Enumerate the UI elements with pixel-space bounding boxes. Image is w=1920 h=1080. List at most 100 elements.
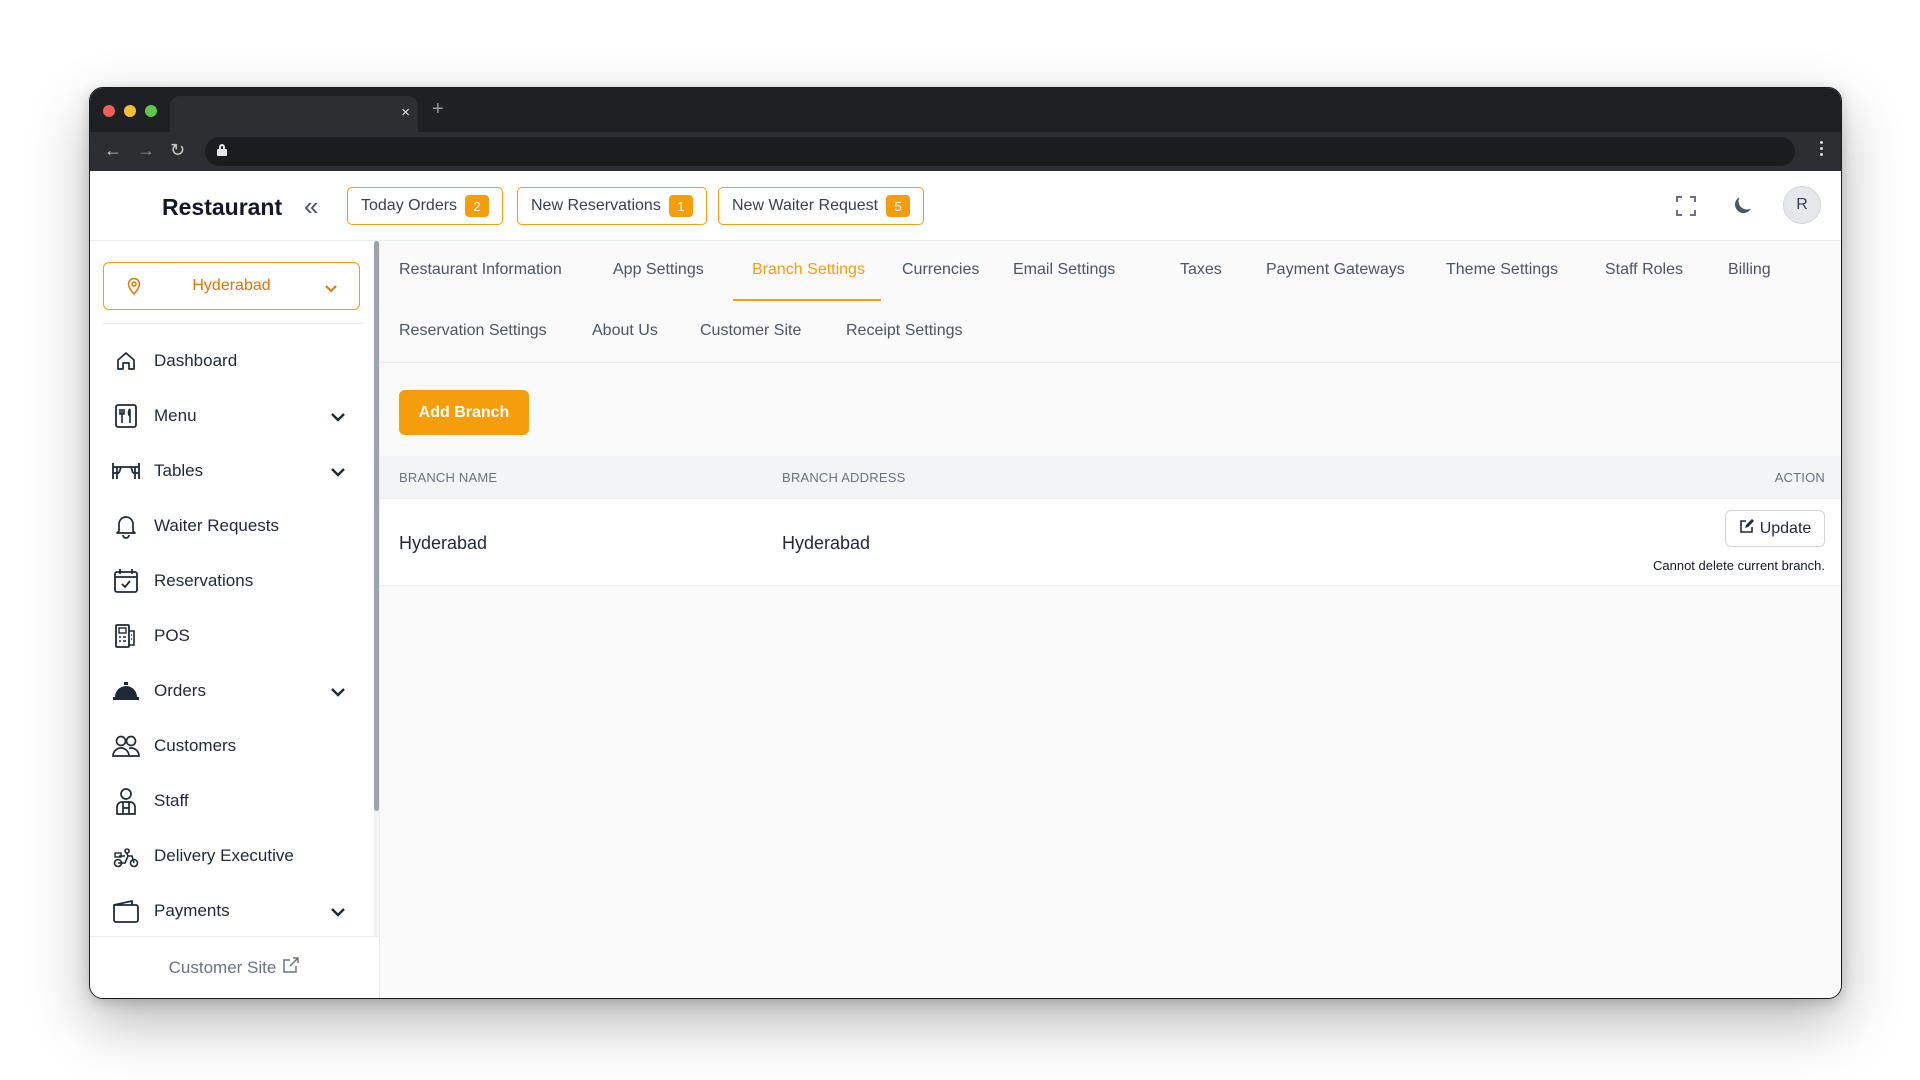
wallet-icon (112, 897, 140, 925)
home-icon (112, 347, 140, 375)
browser-toolbar: ← → ↻ (90, 132, 1841, 171)
tab-billing[interactable]: Billing (1728, 261, 1771, 279)
sidebar-scrollbar[interactable] (374, 241, 379, 936)
sidebar-item-waiter-requests[interactable]: Waiter Requests (90, 498, 371, 553)
sidebar-item-pos[interactable]: POS (90, 608, 371, 663)
close-window-button[interactable] (103, 105, 115, 117)
new-tab-icon[interactable]: + (432, 98, 444, 121)
branches-table: BRANCH NAME BRANCH ADDRESS ACTION Hydera… (380, 456, 1841, 586)
tables-icon (112, 457, 140, 485)
column-branch-name: BRANCH NAME (399, 470, 498, 485)
reload-icon[interactable]: ↻ (170, 140, 185, 161)
sidebar-item-delivery-executive[interactable]: Delivery Executive (90, 828, 371, 883)
update-branch-button[interactable]: Update (1725, 510, 1825, 547)
table-header: BRANCH NAME BRANCH ADDRESS ACTION (380, 456, 1841, 498)
tab-staff-roles[interactable]: Staff Roles (1605, 261, 1683, 279)
sidebar-item-tables[interactable]: Tables (90, 443, 371, 498)
tab-theme-settings[interactable]: Theme Settings (1446, 261, 1558, 279)
users-icon (112, 732, 140, 760)
sidebar-item-orders[interactable]: Orders (90, 663, 371, 718)
user-avatar[interactable]: R (1783, 186, 1821, 224)
branch-address-cell: Hyderabad (782, 533, 871, 553)
new-reservations-label: New Reservations (531, 197, 661, 214)
sidebar-scroll-thumb[interactable] (374, 241, 379, 811)
maximize-window-button[interactable] (145, 105, 157, 117)
sidebar-item-label: Payments (154, 900, 230, 920)
external-link-icon (282, 956, 300, 979)
chevron-down-icon (331, 462, 345, 482)
sidebar-item-customers[interactable]: Customers (90, 718, 371, 773)
cloche-icon (112, 677, 140, 705)
browser-tab[interactable]: × (170, 96, 418, 132)
back-arrow-icon[interactable]: ← (104, 140, 122, 161)
dark-mode-moon-icon[interactable] (1731, 193, 1755, 217)
lock-icon (217, 144, 227, 156)
sidebar-item-staff[interactable]: Staff (90, 773, 371, 828)
customer-site-label: Customer Site (168, 957, 277, 977)
sidebar-item-label: Waiter Requests (154, 515, 280, 535)
chevron-down-icon (325, 280, 337, 298)
tab-reservation-settings[interactable]: Reservation Settings (399, 322, 547, 340)
scooter-icon (112, 842, 140, 870)
column-branch-address: BRANCH ADDRESS (782, 470, 906, 485)
sidebar-item-label: Menu (154, 405, 197, 425)
sidebar-item-label: Reservations (154, 570, 254, 590)
customer-site-link[interactable]: Customer Site (90, 936, 379, 998)
brand-name: Restaurant (162, 194, 283, 220)
update-label: Update (1759, 519, 1812, 537)
sidebar: Hyderabad Dashboard Menu Tables Waiter R… (90, 241, 380, 998)
sidebar-item-payments[interactable]: Payments (90, 883, 371, 938)
tab-email-settings[interactable]: Email Settings (1013, 261, 1115, 279)
tab-about-us[interactable]: About Us (592, 322, 658, 340)
sidebar-divider (103, 323, 363, 324)
address-bar[interactable] (205, 137, 1795, 166)
today-orders-badge: 2 (465, 195, 490, 217)
new-reservations-badge: 1 (668, 195, 693, 217)
tab-currencies[interactable]: Currencies (902, 261, 979, 279)
today-orders-button[interactable]: Today Orders 2 (347, 187, 504, 225)
cannot-delete-note: Cannot delete current branch. (1653, 558, 1825, 573)
tab-customer-site[interactable]: Customer Site (700, 322, 801, 340)
menu-icon (112, 402, 140, 430)
tab-receipt-settings[interactable]: Receipt Settings (846, 322, 963, 340)
app-header: Restaurant « Today Orders 2 New Reservat… (90, 171, 1841, 241)
tab-restaurant-information[interactable]: Restaurant Information (399, 261, 562, 279)
new-waiter-request-label: New Waiter Request (732, 197, 879, 214)
sidebar-item-label: Dashboard (154, 350, 238, 370)
new-waiter-request-button[interactable]: New Waiter Request 5 (718, 187, 925, 225)
new-reservations-button[interactable]: New Reservations 1 (517, 187, 707, 225)
window-controls (103, 105, 157, 117)
pos-icon (112, 622, 140, 650)
browser-window: × + ← → ↻ Restaurant « Today Orders 2 Ne… (89, 87, 1842, 999)
branch-selector-value: Hyderabad (192, 277, 271, 294)
sidebar-item-dashboard[interactable]: Dashboard (90, 333, 371, 388)
sidebar-item-menu[interactable]: Menu (90, 388, 371, 443)
add-branch-button[interactable]: Add Branch (399, 390, 529, 435)
chevron-down-icon (331, 407, 345, 427)
active-tab-indicator (733, 299, 881, 301)
fullscreen-icon[interactable] (1676, 196, 1696, 216)
map-pin-icon (126, 277, 142, 301)
app-body: Hyderabad Dashboard Menu Tables Waiter R… (90, 241, 1841, 998)
tab-taxes[interactable]: Taxes (1180, 261, 1222, 279)
minimize-window-button[interactable] (124, 105, 136, 117)
forward-arrow-icon[interactable]: → (137, 140, 155, 161)
tab-payment-gateways[interactable]: Payment Gateways (1266, 261, 1405, 279)
edit-icon (1739, 518, 1754, 539)
sidebar-item-label: Staff (154, 790, 189, 810)
collapse-sidebar-icon[interactable]: « (304, 193, 319, 219)
tab-close-icon[interactable]: × (401, 104, 410, 121)
sidebar-item-label: Delivery Executive (154, 845, 294, 865)
branch-selector[interactable]: Hyderabad (103, 262, 360, 310)
sidebar-item-label: POS (154, 625, 190, 645)
sidebar-item-label: Orders (154, 680, 206, 700)
new-waiter-request-badge: 5 (886, 195, 911, 217)
tab-app-settings[interactable]: App Settings (613, 261, 704, 279)
browser-menu-icon[interactable] (1820, 141, 1823, 156)
table-row: Hyderabad Hyderabad Update Cannot delete… (380, 498, 1841, 586)
tab-branch-settings[interactable]: Branch Settings (752, 261, 865, 279)
today-orders-label: Today Orders (361, 197, 458, 214)
column-action: ACTION (1774, 470, 1825, 485)
sidebar-item-label: Customers (154, 735, 237, 755)
sidebar-item-reservations[interactable]: Reservations (90, 553, 371, 608)
